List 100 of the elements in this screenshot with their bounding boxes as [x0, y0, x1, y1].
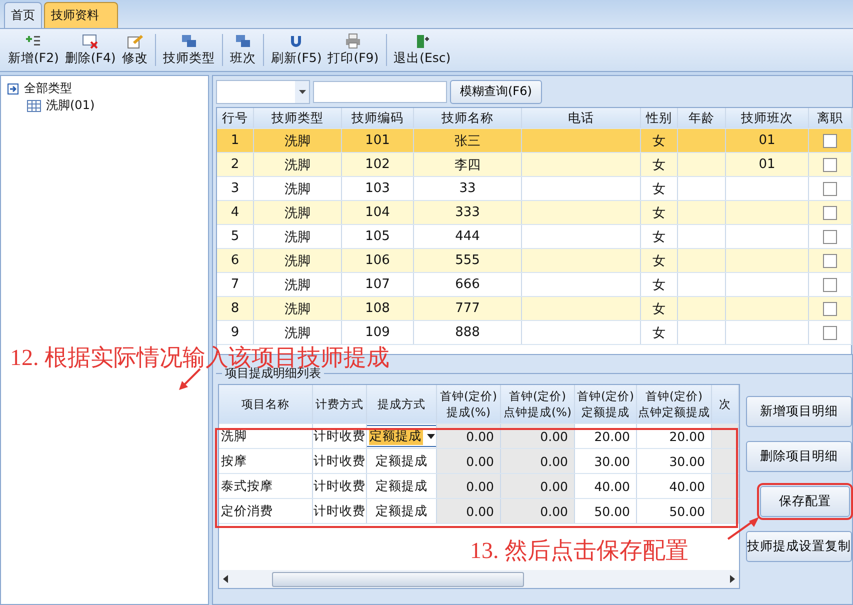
action-button[interactable]: 新增项目明细 [746, 396, 852, 427]
table-cell: 0.00 [437, 449, 501, 473]
toolbar-button[interactable]: 技师类型 [160, 33, 217, 67]
table-cell: 计时收费 [313, 474, 367, 498]
table-cell: 107 [365, 277, 390, 292]
toolbar-button[interactable]: 退出(Esc) [392, 33, 453, 67]
table-cell-text: 张三 [454, 132, 480, 150]
table-cell: 0.00 [501, 449, 575, 473]
table-cell: 108 [365, 301, 390, 316]
checkbox[interactable] [823, 230, 837, 244]
table-row[interactable]: 6 洗脚 106 555 女 [217, 249, 852, 273]
delete-icon [81, 33, 100, 49]
table-cell-text: 女 [652, 324, 666, 342]
checkbox[interactable] [823, 206, 837, 220]
column-header[interactable]: 提成方式 [367, 385, 437, 423]
table-cell-text: 女 [652, 228, 666, 246]
table-cell: 7 [230, 277, 240, 292]
table-cell: 01 [758, 157, 776, 172]
table-cell-text: 洗脚 [284, 228, 310, 246]
checkbox[interactable] [823, 182, 837, 196]
column-header[interactable]: 技师名称 [414, 108, 522, 128]
table-cell [712, 449, 739, 473]
table-cell-text: 女 [652, 252, 666, 270]
column-header[interactable]: 技师类型 [254, 108, 342, 128]
table-cell-text: 女 [652, 300, 666, 318]
toolbar-button[interactable]: 删除(F4) [62, 33, 118, 67]
table-cell: 40.00 [575, 474, 637, 498]
commission-dropdown[interactable]: 定额提成 [367, 425, 436, 447]
table-cell: 102 [365, 157, 390, 172]
action-button[interactable]: 技师提成设置复制 [746, 531, 852, 562]
action-button[interactable]: 保存配置 [760, 486, 850, 517]
toolbar-button[interactable]: 修改 [120, 33, 150, 67]
column-header[interactable]: 性别 [641, 108, 678, 128]
toolbar-button[interactable]: 刷新(F5) [268, 33, 324, 67]
table-cell: 50.00 [575, 499, 637, 523]
checkbox[interactable] [823, 134, 837, 148]
table-cell: 泰式按摩 [219, 474, 313, 498]
table-row[interactable]: 1 洗脚 101 张三 女 01 [217, 129, 852, 153]
checkbox[interactable] [823, 302, 837, 316]
column-header[interactable]: 次 [712, 385, 739, 423]
table-row[interactable]: 9 洗脚 109 888 女 [217, 321, 852, 345]
table-row[interactable]: 8 洗脚 108 777 女 [217, 297, 852, 321]
column-header[interactable]: 行号 [217, 108, 254, 128]
table-cell: 103 [365, 181, 390, 196]
table-cell: 109 [365, 325, 390, 340]
table-cell-text: 洗脚 [284, 180, 310, 198]
tab[interactable]: 首页 [4, 2, 42, 28]
checkbox[interactable] [823, 326, 837, 340]
table-cell-text: 洗脚 [284, 252, 310, 270]
table-cell-text: 女 [652, 156, 666, 174]
column-header[interactable]: 计费方式 [313, 385, 367, 423]
column-header[interactable]: 技师编码 [342, 108, 414, 128]
table-cell: 0.00 [501, 499, 575, 523]
column-header[interactable]: 电话 [522, 108, 641, 128]
table-cell: 按摩 [219, 449, 313, 473]
edit-icon [126, 33, 144, 49]
table-cell: 555 [455, 253, 480, 268]
printer-icon [344, 33, 362, 49]
table-cell: 0.00 [501, 474, 575, 498]
column-header[interactable]: 项目名称 [219, 385, 313, 423]
tree-item[interactable]: 洗脚(01) [7, 97, 208, 114]
column-header[interactable]: 技师班次 [726, 108, 809, 128]
table-cell: 104 [365, 205, 390, 220]
table-cell: 3 [230, 181, 240, 196]
checkbox[interactable] [823, 158, 837, 172]
column-header[interactable]: 首钟(定价) 点钟提成(%) [501, 385, 575, 423]
column-header[interactable]: 首钟(定价) 提成(%) [437, 385, 501, 423]
table-cell: 888 [455, 325, 480, 340]
table-cell-text: 洗脚 [284, 132, 310, 150]
table-cell [712, 474, 739, 498]
scrollbar[interactable] [219, 570, 739, 588]
table-cell-text: 洗脚 [284, 204, 310, 222]
table-cell: 洗脚 [219, 424, 313, 448]
tree-item[interactable]: 全部类型 [7, 80, 208, 97]
type-dropdown[interactable] [216, 80, 310, 104]
action-button[interactable]: 删除项目明细 [746, 441, 852, 472]
table-cell: 33 [459, 181, 476, 196]
column-header[interactable]: 首钟(定价) 点钟定额提成 [637, 385, 712, 423]
toolbar-button[interactable]: 新增(F2) [6, 33, 61, 67]
search-button[interactable]: 模糊查询(F6) [450, 80, 542, 104]
scroll-right-icon[interactable] [730, 575, 735, 583]
table-cell: 4 [230, 205, 240, 220]
table-cell: 666 [455, 277, 480, 292]
tab[interactable]: 技师资料 [44, 2, 118, 28]
table-row[interactable]: 4 洗脚 104 333 女 [217, 201, 852, 225]
toolbar-button[interactable]: 打印(F9) [326, 33, 381, 67]
column-header[interactable]: 年龄 [678, 108, 726, 128]
table-cell-text: 女 [652, 132, 666, 150]
table-cell: 01 [758, 133, 776, 148]
table-cell-text: 洗脚 [284, 276, 310, 294]
toolbar-button[interactable]: 班次 [228, 33, 258, 67]
table-cell: 6 [230, 253, 240, 268]
table-row[interactable]: 2 洗脚 102 李四 女 01 [217, 153, 852, 177]
checkbox[interactable] [823, 254, 837, 268]
checkbox[interactable] [823, 278, 837, 292]
column-header[interactable]: 首钟(定价) 定额提成 [575, 385, 637, 423]
scroll-left-icon[interactable] [223, 575, 228, 583]
arrow-icon [726, 515, 760, 541]
search-field[interactable] [313, 80, 447, 102]
annotation-text: 13. 然后点击保存配置 [470, 537, 688, 565]
